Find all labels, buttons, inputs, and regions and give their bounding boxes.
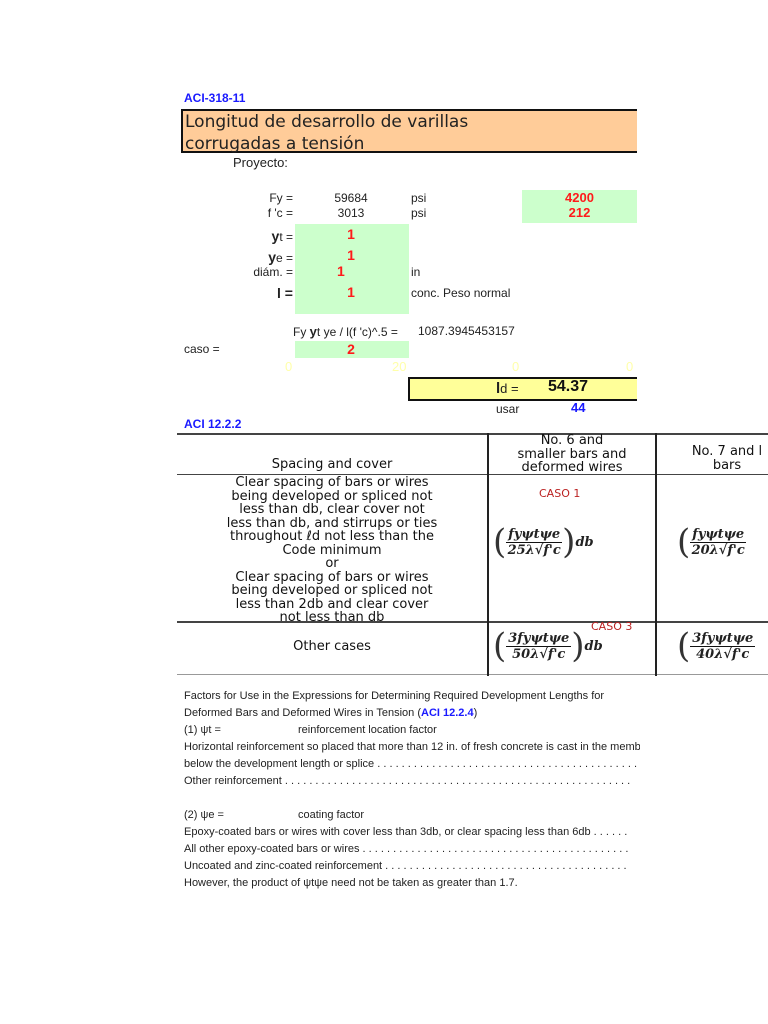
factor-line: Horizontal reinforcement so placed that … [184,741,640,753]
lambda-value[interactable]: 1 [310,284,392,300]
row1-condition: Clear spacing of bars or wires being dev… [226,475,438,625]
hidden-value: 0 [285,359,293,374]
title-line-2: corrugadas a tensión [185,134,365,154]
diam-value[interactable]: 1 [337,263,345,279]
table-line [177,674,768,675]
formula-value: 1087.3945453157 [418,324,515,338]
psie-label: ye = [268,249,293,265]
factor-line: below the development length or splice .… [184,758,638,770]
fc-value: 3013 [337,206,365,220]
psie-factor-label: (2) ψe = [184,809,224,821]
formula-case2: (fyψtψe 20λ√f'c [677,522,747,562]
factor-line: However, the product of ψtψe need not be… [184,877,518,889]
aci-table: Spacing and cover No. 6 and smaller bars… [177,433,768,676]
formula-label: Fy yt ye / l(f 'c)^.5 = [293,324,398,339]
header-no6: No. 6 and smaller bars and deformed wire… [517,433,627,475]
code-reference: ACI-318-11 [184,91,246,105]
caso-value[interactable]: 2 [310,341,392,357]
lambda-unit: conc. Peso normal [411,286,511,300]
factors-intro-1: Factors for Use in the Expressions for D… [184,690,605,702]
table-line [177,433,768,435]
header-spacing-cover: Spacing and cover [271,457,393,472]
factor-line: Epoxy-coated bars or wires with cover le… [184,826,628,838]
title-line-1: Longitud de desarrollo de varillas [185,112,469,132]
ld-result-box [408,377,637,401]
fc-label: f 'c = [267,206,293,220]
caso1-note: CASO 1 [539,487,581,500]
factor-line: Uncoated and zinc-coated reinforcement .… [184,860,627,872]
header-no7: No. 7 and l bars [691,444,763,473]
factors-intro-2: Deformed Bars and Deformed Wires in Tens… [184,707,478,719]
project-label: Proyecto: [233,155,288,170]
psit-value[interactable]: 1 [310,226,392,242]
caso-label: caso = [184,342,220,356]
diam-label: diám. = [253,265,293,279]
fy-alt-value[interactable]: 4200 [522,190,637,205]
formula-case4: (3fyψtψe 40λ√f'c [677,626,756,666]
ld-label: ld = [496,380,519,397]
fy-label: Fy = [269,191,293,205]
hidden-value: 0 [512,359,520,374]
psit-factor-desc: reinforcement location factor [298,724,437,736]
row2-condition: Other cases [293,639,371,654]
usar-label: usar [496,402,520,416]
psit-label: yt = [271,228,293,244]
formula-case1: (fyψtψe 25λ√f'c) db [493,522,594,562]
hidden-value: 0 [626,359,634,374]
usar-value: 44 [571,400,586,415]
factor-line: Other reinforcement . . . . . . . . . . … [184,775,631,787]
fc-unit: psi [411,206,427,220]
fy-value: 59684 [334,191,368,205]
factor-line: All other epoxy-coated bars or wires . .… [184,843,629,855]
title-box: Longitud de desarrollo de varillas corru… [181,109,637,154]
spreadsheet-page: ACI-318-11 Longitud de desarrollo de var… [0,0,768,1024]
psie-factor-desc: coating factor [298,809,365,821]
ld-value: 54.37 [548,378,589,395]
formula-case3: (3fyψtψe 50λ√f'c) db [493,626,603,666]
fy-unit: psi [411,191,427,205]
psie-value[interactable]: 1 [310,247,392,263]
fc-alt-value[interactable]: 212 [522,205,637,220]
hidden-value: 20 [392,359,407,374]
diam-unit: in [411,265,421,279]
lambda-label: l = [277,285,293,301]
table-reference: ACI 12.2.2 [184,417,242,431]
